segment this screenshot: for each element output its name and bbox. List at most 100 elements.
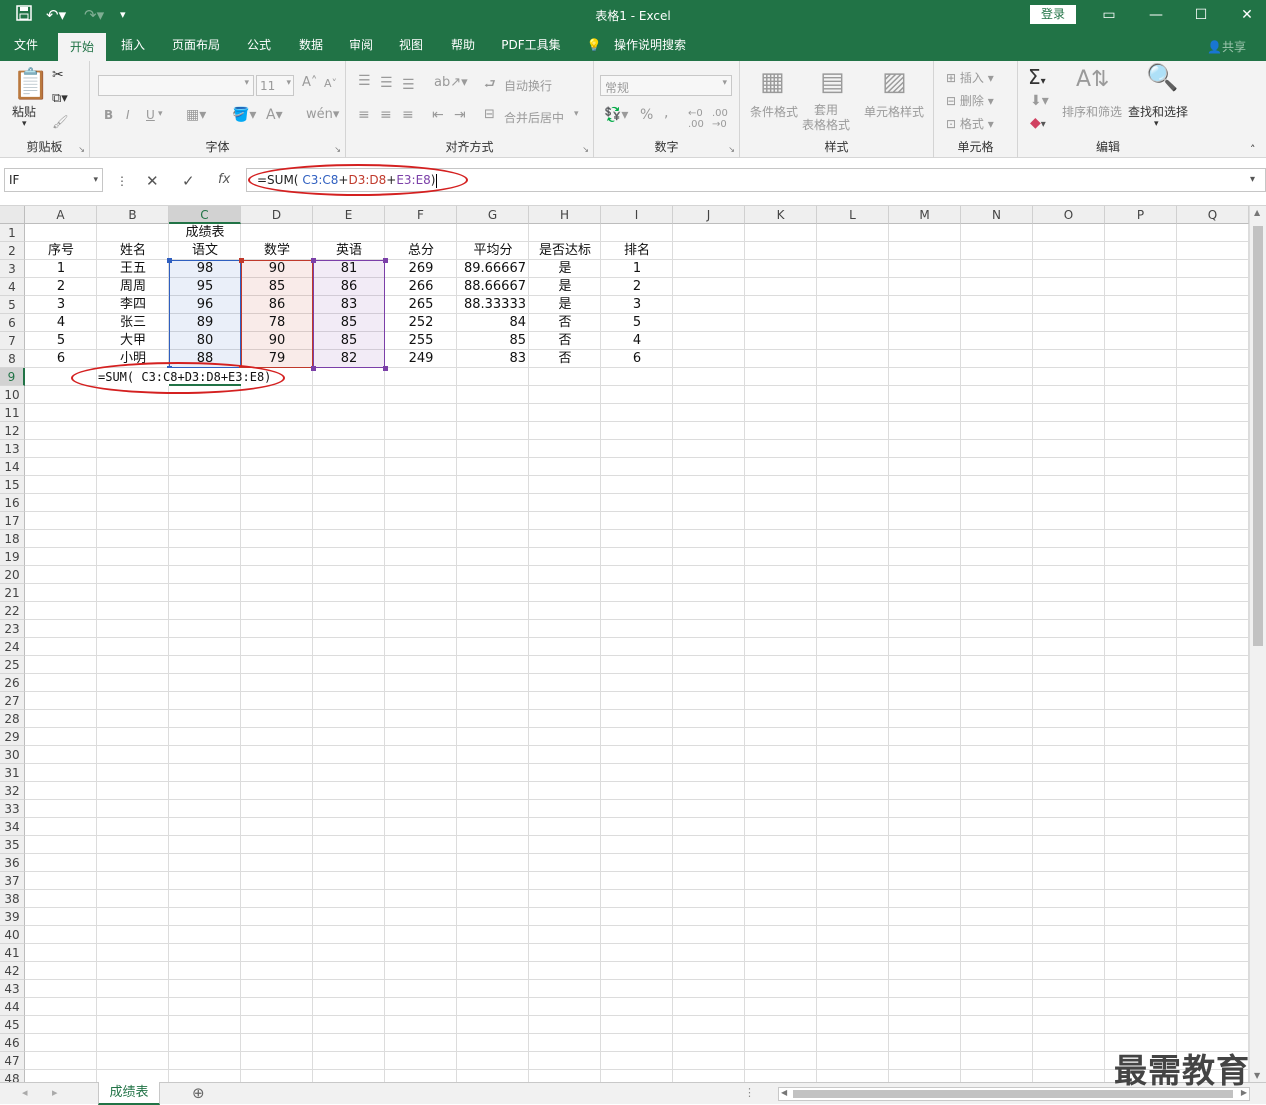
underline-button[interactable]: U [146,108,155,122]
row-header-5[interactable]: 5 [0,296,25,314]
row-header-2[interactable]: 2 [0,242,25,260]
align-left-icon[interactable]: ≡ [358,107,370,123]
enter-icon[interactable]: ✓ [182,172,195,190]
row-header-38[interactable]: 38 [0,890,25,908]
font-launcher-icon[interactable]: ↘ [334,145,341,154]
column-header-q[interactable]: Q [1177,206,1249,224]
tab-insert[interactable]: 插入 [112,30,154,61]
data-cell[interactable]: 83 [457,350,529,368]
tab-home[interactable]: 开始 [58,33,106,61]
font-size-select[interactable]: 11 ▾ [256,75,294,96]
name-box[interactable]: IF ▾ [4,168,103,192]
grow-font-icon[interactable]: A˄ [302,75,317,90]
row-header-8[interactable]: 8 [0,350,25,368]
find-dropdown-icon[interactable]: ▾ [1154,119,1159,129]
data-cell[interactable]: 89.66667 [457,260,529,278]
row-header-33[interactable]: 33 [0,800,25,818]
next-sheet-icon[interactable]: ▸ [52,1086,58,1099]
cell-styles-button[interactable]: 单元格样式 [864,103,924,120]
data-cell[interactable]: 1 [25,260,97,278]
name-box-dropdown-icon[interactable]: ▾ [93,169,98,191]
scroll-down-icon[interactable]: ▼ [1254,1071,1260,1080]
tab-page-layout[interactable]: 页面布局 [164,30,228,61]
row-header-28[interactable]: 28 [0,710,25,728]
row-header-29[interactable]: 29 [0,728,25,746]
align-center-icon[interactable]: ≡ [380,107,392,123]
merge-center-icon[interactable]: ⊟ [484,107,495,122]
row-header-41[interactable]: 41 [0,944,25,962]
data-cell[interactable]: 李四 [97,296,169,314]
row-header-27[interactable]: 27 [0,692,25,710]
header-cell[interactable]: 排名 [601,242,673,260]
column-header-p[interactable]: P [1105,206,1177,224]
tell-me-search[interactable]: 操作说明搜索 [608,30,692,61]
data-cell[interactable]: 3 [25,296,97,314]
data-cell[interactable]: 84 [457,314,529,332]
data-cell[interactable]: 6 [25,350,97,368]
sort-filter-button[interactable]: 排序和筛选 [1062,103,1122,120]
header-cell[interactable]: 平均分 [457,242,529,260]
data-cell[interactable]: 98 [169,260,241,278]
data-cell[interactable]: 79 [241,350,313,368]
row-header-19[interactable]: 19 [0,548,25,566]
header-cell[interactable]: 语文 [169,242,241,260]
data-cell[interactable]: 86 [313,278,385,296]
column-header-n[interactable]: N [961,206,1033,224]
data-cell[interactable]: 王五 [97,260,169,278]
clipboard-launcher-icon[interactable]: ↘ [78,145,85,154]
data-cell[interactable]: 6 [601,350,673,368]
row-header-34[interactable]: 34 [0,818,25,836]
header-cell[interactable]: 数学 [241,242,313,260]
row-header-31[interactable]: 31 [0,764,25,782]
data-cell[interactable]: 否 [529,350,601,368]
column-header-e[interactable]: E [313,206,385,224]
data-cell[interactable]: 1 [601,260,673,278]
column-header-i[interactable]: I [601,206,673,224]
row-header-39[interactable]: 39 [0,908,25,926]
tab-formulas[interactable]: 公式 [238,30,280,61]
data-cell[interactable]: 82 [313,350,385,368]
row-header-15[interactable]: 15 [0,476,25,494]
top-align-icon[interactable]: ☰ [358,73,371,89]
wrap-text-button[interactable]: 自动换行 [504,77,552,94]
ribbon-display-options-icon[interactable]: ▭ [1094,3,1124,27]
column-header-c[interactable]: C [169,206,241,224]
data-cell[interactable]: 252 [385,314,457,332]
sheet-tab[interactable]: 成绩表 [98,1082,160,1105]
insert-cells-button[interactable]: ⊞ 插入 ▾ [946,69,994,86]
column-header-g[interactable]: G [457,206,529,224]
cut-icon[interactable]: ✂ [52,67,64,83]
row-header-7[interactable]: 7 [0,332,25,350]
data-cell[interactable]: 是 [529,278,601,296]
scroll-up-icon[interactable]: ▲ [1254,208,1260,217]
row-header-23[interactable]: 23 [0,620,25,638]
data-cell[interactable]: 81 [313,260,385,278]
find-select-button[interactable]: 查找和选择 [1128,103,1188,120]
data-cell[interactable]: 大甲 [97,332,169,350]
data-cell[interactable]: 85 [241,278,313,296]
row-header-3[interactable]: 3 [0,260,25,278]
login-button[interactable]: 登录 [1030,5,1076,24]
clear-icon[interactable]: ◆▾ [1030,115,1046,131]
data-cell[interactable]: 265 [385,296,457,314]
row-header-17[interactable]: 17 [0,512,25,530]
data-cell[interactable]: 269 [385,260,457,278]
row-header-9[interactable]: 9 [0,368,25,386]
data-cell[interactable]: 85 [313,332,385,350]
row-header-36[interactable]: 36 [0,854,25,872]
comma-button[interactable]: , [664,105,668,121]
decrease-indent-icon[interactable]: ⇤ [432,107,444,123]
bottom-align-icon[interactable]: ☰ [402,77,415,93]
select-all-corner[interactable] [0,206,25,224]
data-cell[interactable]: 83 [313,296,385,314]
data-cell[interactable]: 3 [601,296,673,314]
column-header-d[interactable]: D [241,206,313,224]
row-header-48[interactable]: 48 [0,1070,25,1082]
prev-sheet-icon[interactable]: ◂ [22,1086,28,1099]
number-format-select[interactable]: 常规 ▾ [600,75,732,96]
sheet-title-cell[interactable]: 成绩表 [169,224,241,242]
data-cell[interactable]: 80 [169,332,241,350]
row-header-35[interactable]: 35 [0,836,25,854]
header-cell[interactable]: 姓名 [97,242,169,260]
column-header-l[interactable]: L [817,206,889,224]
